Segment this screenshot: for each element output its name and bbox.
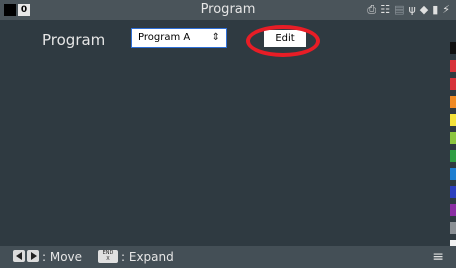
end-key-bottom: X — [106, 256, 110, 262]
menu-icon[interactable]: ≡ — [432, 249, 444, 265]
power-icon: ⚡ — [442, 3, 450, 16]
sd-card-icon: ▮ — [432, 3, 439, 16]
move-hint-label: : Move — [42, 250, 83, 264]
bottom-bar: : Move END X : Expand ≡ — [0, 246, 456, 268]
color-swatch-4 — [450, 114, 456, 126]
wifi-icon: ☷ — [380, 3, 391, 16]
status-icons: ⎙ ☷ ▤ ψ ◆ ▮ ⚡ — [367, 2, 450, 18]
usb-icon: ψ — [408, 3, 416, 16]
color-swatch-10 — [450, 222, 456, 234]
highlight-circle — [246, 25, 320, 57]
program-label: Program — [42, 31, 106, 49]
tool-icon: ◆ — [419, 3, 429, 16]
color-swatch-0 — [450, 42, 456, 54]
color-swatch-5 — [450, 132, 456, 144]
color-swatch-7 — [450, 168, 456, 180]
color-swatch-3 — [450, 96, 456, 108]
color-swatch-8 — [450, 186, 456, 198]
color-swatch-9 — [450, 204, 456, 216]
program-select[interactable]: Program A ⇕ — [131, 28, 227, 48]
expand-hint-label: : Expand — [121, 250, 174, 264]
right-arrow-icon — [27, 250, 39, 262]
top-bar: 0 Program ⎙ ☷ ▤ ψ ◆ ▮ ⚡ — [0, 0, 456, 20]
program-select-value: Program A — [138, 32, 191, 43]
color-swatch-2 — [450, 78, 456, 90]
network-icon: ▤ — [394, 3, 405, 16]
color-swatch-6 — [450, 150, 456, 162]
end-key-icon: END X — [98, 250, 118, 263]
left-arrow-icon — [13, 250, 25, 262]
color-swatch-1 — [450, 60, 456, 72]
updown-chevron-icon: ⇕ — [211, 32, 220, 43]
color-strip — [450, 42, 456, 258]
printer-icon: ⎙ — [367, 3, 377, 16]
